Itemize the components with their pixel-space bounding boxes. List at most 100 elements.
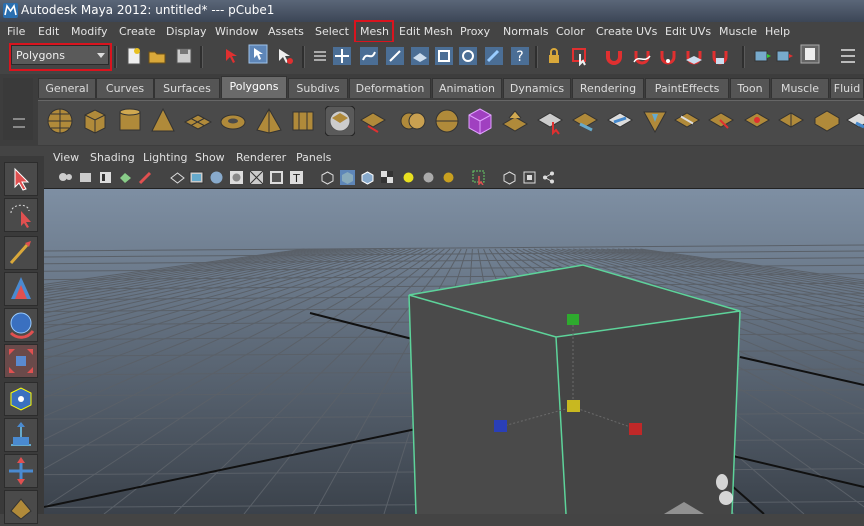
shadows-icon[interactable] [421, 170, 436, 185]
center-handle-icon[interactable] [567, 400, 580, 412]
resolution-gate-icon[interactable] [522, 170, 537, 185]
panel-menu-renderer[interactable]: Renderer [236, 151, 286, 164]
snap-curve-icon[interactable] [359, 46, 379, 66]
cut-faces-icon[interactable] [640, 106, 670, 136]
menu-normals[interactable]: Normals [503, 25, 549, 38]
poly-sphere-icon[interactable] [45, 106, 75, 136]
render-frame-icon[interactable] [752, 46, 772, 66]
select-hierarchy-icon[interactable] [222, 46, 242, 66]
bridge-icon[interactable] [535, 106, 565, 136]
shelf-tab-rendering[interactable]: Rendering [572, 78, 644, 98]
menu-file[interactable]: File [7, 25, 25, 38]
shelf-tab-curves[interactable]: Curves [96, 78, 154, 98]
menu-assets[interactable]: Assets [268, 25, 304, 38]
sculpt-icon[interactable] [484, 46, 504, 66]
two-d-pan-icon[interactable] [118, 170, 133, 185]
magnet-icon[interactable] [604, 46, 624, 66]
poly-pyramid-icon[interactable] [254, 106, 284, 136]
shelf-tab-dynamics[interactable]: Dynamics [503, 78, 571, 98]
shelf-tab-toon[interactable]: Toon [730, 78, 770, 98]
panel-menu-view[interactable]: View [53, 151, 79, 164]
magnet-surface-icon[interactable] [710, 46, 730, 66]
shade-wire-icon[interactable] [209, 170, 224, 185]
panel-menu-panels[interactable]: Panels [296, 151, 331, 164]
z-axis-handle-icon[interactable] [494, 420, 507, 432]
default-material-icon[interactable] [229, 170, 244, 185]
camera-attributes-icon[interactable] [58, 170, 73, 185]
menu-modify[interactable]: Modify [71, 25, 107, 38]
select-highlight-icon[interactable] [570, 46, 590, 66]
universal-manipulator-tool[interactable] [4, 382, 38, 416]
checker-icon[interactable] [380, 170, 395, 185]
shelf-options-grip[interactable] [3, 78, 33, 140]
snap-live-icon[interactable] [458, 46, 478, 66]
textured-cube-icon[interactable] [360, 170, 375, 185]
menu-create[interactable]: Create [119, 25, 156, 38]
text-hud-icon[interactable]: T [289, 170, 304, 185]
last-tool[interactable] [4, 490, 38, 524]
magnet-curve-icon[interactable] [632, 46, 652, 66]
merge-vertices-icon[interactable] [776, 106, 806, 136]
x-axis-handle-icon[interactable] [629, 423, 642, 435]
insert-edge-loop-icon[interactable] [672, 106, 702, 136]
menu-edit-uvs[interactable]: Edit UVs [665, 25, 711, 38]
shelf-tab-surfaces[interactable]: Surfaces [154, 78, 220, 98]
panel-menu-shading[interactable]: Shading [90, 151, 135, 164]
rotate-tool[interactable] [4, 308, 38, 342]
filter-icon[interactable] [310, 46, 330, 66]
poly-cone-icon[interactable] [148, 106, 178, 136]
offset-edge-loop-icon[interactable] [706, 106, 736, 136]
menu-color[interactable]: Color [556, 25, 585, 38]
menu-edit-mesh[interactable]: Edit Mesh [399, 25, 453, 38]
panel-menu-show[interactable]: Show [195, 151, 225, 164]
snap-surface-icon[interactable] [434, 46, 454, 66]
shaded-cube-icon[interactable] [340, 170, 355, 185]
panel-menu-lighting[interactable]: Lighting [143, 151, 187, 164]
shelf-tab-painteffects[interactable]: PaintEffects [645, 78, 729, 98]
select-camera-icon[interactable] [472, 170, 487, 185]
shelf-tab-fluid[interactable]: Fluid [830, 78, 864, 98]
toggle-panel-icon[interactable] [838, 46, 858, 66]
shelf-tab-general[interactable]: General [38, 78, 96, 98]
separate-icon[interactable] [432, 106, 462, 136]
append-to-polygon-icon[interactable] [742, 106, 772, 136]
shelf-tab-subdivs[interactable]: Subdivs [288, 78, 348, 98]
lock-icon[interactable] [544, 46, 564, 66]
share-connect-icon[interactable] [541, 170, 556, 185]
scale-tool[interactable] [4, 344, 38, 378]
wireframe-toggle-icon[interactable] [170, 170, 185, 185]
textured-icon[interactable] [269, 170, 284, 185]
poly-cylinder-icon[interactable] [115, 106, 145, 136]
menu-select[interactable]: Select [315, 25, 349, 38]
shelf-tab-deformation[interactable]: Deformation [349, 78, 431, 98]
bevel-icon[interactable] [570, 106, 600, 136]
poly-torus-icon[interactable] [218, 106, 248, 136]
poke-faces-icon[interactable] [844, 106, 864, 136]
select-object-icon[interactable] [248, 44, 268, 64]
snap-grid-icon[interactable] [332, 46, 352, 66]
shelf-tab-polygons[interactable]: Polygons [221, 76, 287, 98]
show-manipulator-tool[interactable] [4, 454, 38, 488]
lasso-tool[interactable] [4, 198, 38, 232]
ipr-render-icon[interactable] [774, 46, 794, 66]
menu-help[interactable]: Help [765, 25, 790, 38]
new-scene-icon[interactable] [124, 46, 144, 66]
extrude-icon[interactable] [500, 106, 530, 136]
shelf-tab-muscle[interactable]: Muscle [771, 78, 829, 98]
smooth-shade-icon[interactable] [189, 170, 204, 185]
menu-edit[interactable]: Edit [38, 25, 59, 38]
poly-pipe-icon[interactable] [288, 106, 318, 136]
menu-display[interactable]: Display [166, 25, 207, 38]
paint-select-tool[interactable] [4, 236, 38, 270]
isolate-select-icon[interactable] [320, 170, 335, 185]
perspective-viewport[interactable] [44, 189, 864, 514]
poly-plane-icon[interactable] [183, 106, 213, 136]
xray-icon[interactable] [249, 170, 264, 185]
select-tool[interactable] [4, 162, 38, 196]
y-axis-handle-icon[interactable] [567, 314, 579, 325]
smooth-proxy-icon[interactable] [465, 106, 495, 136]
grease-pencil-icon[interactable] [138, 170, 153, 185]
poly-sphere-selected-icon[interactable] [325, 106, 355, 136]
poly-cube-icon[interactable] [80, 106, 110, 136]
help-question-icon[interactable]: ? [510, 46, 530, 66]
